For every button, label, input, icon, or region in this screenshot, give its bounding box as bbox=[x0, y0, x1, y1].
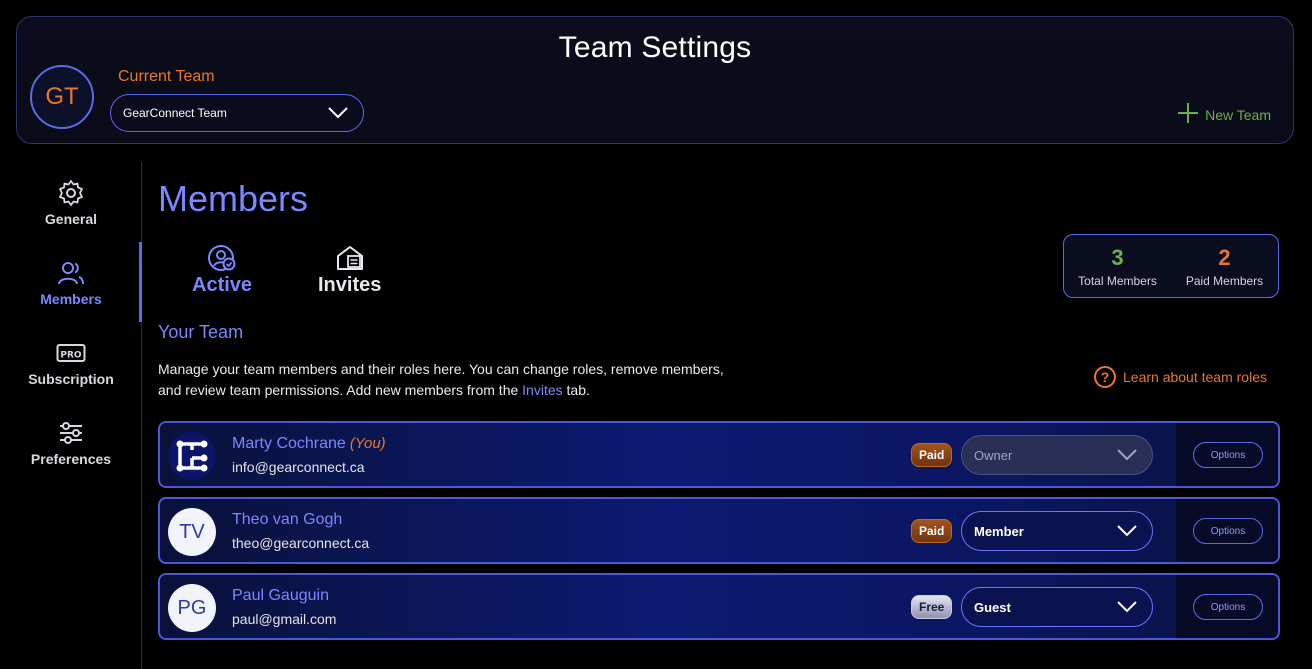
member-name: Theo van Gogh bbox=[232, 511, 342, 529]
avatar: TV bbox=[168, 508, 216, 556]
options-button[interactable]: Options bbox=[1193, 518, 1263, 544]
member-stats: 3 Total Members 2 Paid Members bbox=[1063, 234, 1279, 298]
member-name-text: Marty Cochrane bbox=[232, 435, 346, 452]
sidebar-item-general[interactable]: General bbox=[0, 168, 142, 238]
plan-badge: Paid bbox=[911, 519, 953, 543]
sidebar-item-label: Subscription bbox=[28, 371, 114, 387]
gearconnect-logo-avatar bbox=[168, 432, 216, 480]
member-row: PG Paul Gauguin paul@gmail.com Free Gues… bbox=[158, 573, 1280, 640]
role-select[interactable]: Guest bbox=[961, 587, 1153, 627]
description-tail: tab. bbox=[562, 382, 590, 398]
member-name-text: Paul Gauguin bbox=[232, 587, 329, 604]
member-email: info@gearconnect.ca bbox=[232, 459, 365, 475]
help-icon: ? bbox=[1094, 366, 1116, 388]
member-name: Paul Gauguin bbox=[232, 587, 329, 605]
role-select-value: Guest bbox=[974, 599, 1011, 615]
member-row: TV Theo van Gogh theo@gearconnect.ca Pai… bbox=[158, 497, 1280, 564]
member-name: Marty Cochrane (You) bbox=[232, 435, 386, 453]
learn-team-roles-link[interactable]: ? Learn about team roles bbox=[1094, 366, 1267, 388]
user-check-icon bbox=[207, 244, 237, 272]
sidebar-item-label: Members bbox=[40, 291, 102, 307]
member-email: theo@gearconnect.ca bbox=[232, 535, 370, 551]
gear-icon bbox=[57, 179, 85, 207]
chevron-down-icon bbox=[1116, 600, 1138, 617]
team-description: Manage your team members and their roles… bbox=[158, 359, 738, 401]
chevron-down-icon bbox=[327, 106, 349, 123]
sidebar-item-members[interactable]: Members bbox=[0, 248, 142, 318]
tab-label: Active bbox=[192, 274, 253, 296]
member-email: paul@gmail.com bbox=[232, 611, 337, 627]
role-select[interactable]: Member bbox=[961, 511, 1153, 551]
sidebar-item-label: Preferences bbox=[30, 451, 112, 467]
plan-badge: Paid bbox=[911, 443, 953, 467]
paid-members-label: Paid Members bbox=[1185, 273, 1264, 288]
invites-link[interactable]: Invites bbox=[522, 382, 562, 398]
tab-invites[interactable]: Invites bbox=[318, 244, 381, 297]
new-team-label: New Team bbox=[1205, 106, 1271, 123]
tab-label: Invites bbox=[318, 274, 382, 296]
plus-icon bbox=[1177, 102, 1199, 127]
team-select-value: GearConnect Team bbox=[123, 106, 227, 120]
options-button[interactable]: Options bbox=[1193, 442, 1263, 468]
team-avatar: GT bbox=[30, 65, 94, 129]
role-select-value: Owner bbox=[974, 447, 1013, 463]
sliders-icon bbox=[57, 419, 85, 447]
options-button[interactable]: Options bbox=[1193, 594, 1263, 620]
chevron-down-icon bbox=[1116, 448, 1138, 465]
team-header: Team Settings GT Current Team GearConnec… bbox=[16, 16, 1294, 144]
sidebar-item-preferences[interactable]: Preferences bbox=[0, 408, 142, 478]
pro-icon: PRO bbox=[56, 339, 86, 367]
you-tag: (You) bbox=[349, 435, 386, 452]
avatar: PG bbox=[168, 584, 216, 632]
paid-members-stat: 2 Paid Members bbox=[1171, 235, 1278, 297]
tab-active[interactable]: Active bbox=[192, 244, 252, 297]
mail-open-icon bbox=[335, 244, 365, 272]
description-text: Manage your team members and their roles… bbox=[158, 361, 724, 398]
sidebar-item-label: General bbox=[44, 211, 98, 227]
page-title: Team Settings bbox=[558, 31, 752, 64]
plan-badge: Free bbox=[911, 595, 953, 619]
chevron-down-icon bbox=[1116, 524, 1138, 541]
app-window: Team Settings GT Current Team GearConnec… bbox=[0, 0, 1312, 669]
paid-members-count: 2 bbox=[1218, 244, 1231, 270]
gearconnect-logo-icon bbox=[176, 440, 208, 472]
member-name-text: Theo van Gogh bbox=[232, 511, 343, 528]
your-team-heading: Your Team bbox=[158, 322, 244, 342]
learn-label: Learn about team roles bbox=[1123, 369, 1267, 385]
member-row: Marty Cochrane (You) info@gearconnect.ca … bbox=[158, 421, 1280, 488]
team-select[interactable]: GearConnect Team bbox=[110, 94, 364, 132]
sidebar-item-subscription[interactable]: PRO Subscription bbox=[0, 328, 142, 398]
total-members-label: Total Members bbox=[1078, 273, 1157, 288]
role-select: Owner bbox=[961, 435, 1153, 475]
new-team-button[interactable]: New Team bbox=[1177, 102, 1271, 127]
role-select-value: Member bbox=[974, 523, 1024, 539]
members-icon bbox=[56, 259, 86, 287]
section-title: Members bbox=[158, 178, 309, 219]
total-members-count: 3 bbox=[1111, 244, 1124, 270]
svg-text:PRO: PRO bbox=[60, 351, 82, 361]
total-members-stat: 3 Total Members bbox=[1064, 235, 1171, 297]
current-team-label: Current Team bbox=[118, 68, 215, 85]
